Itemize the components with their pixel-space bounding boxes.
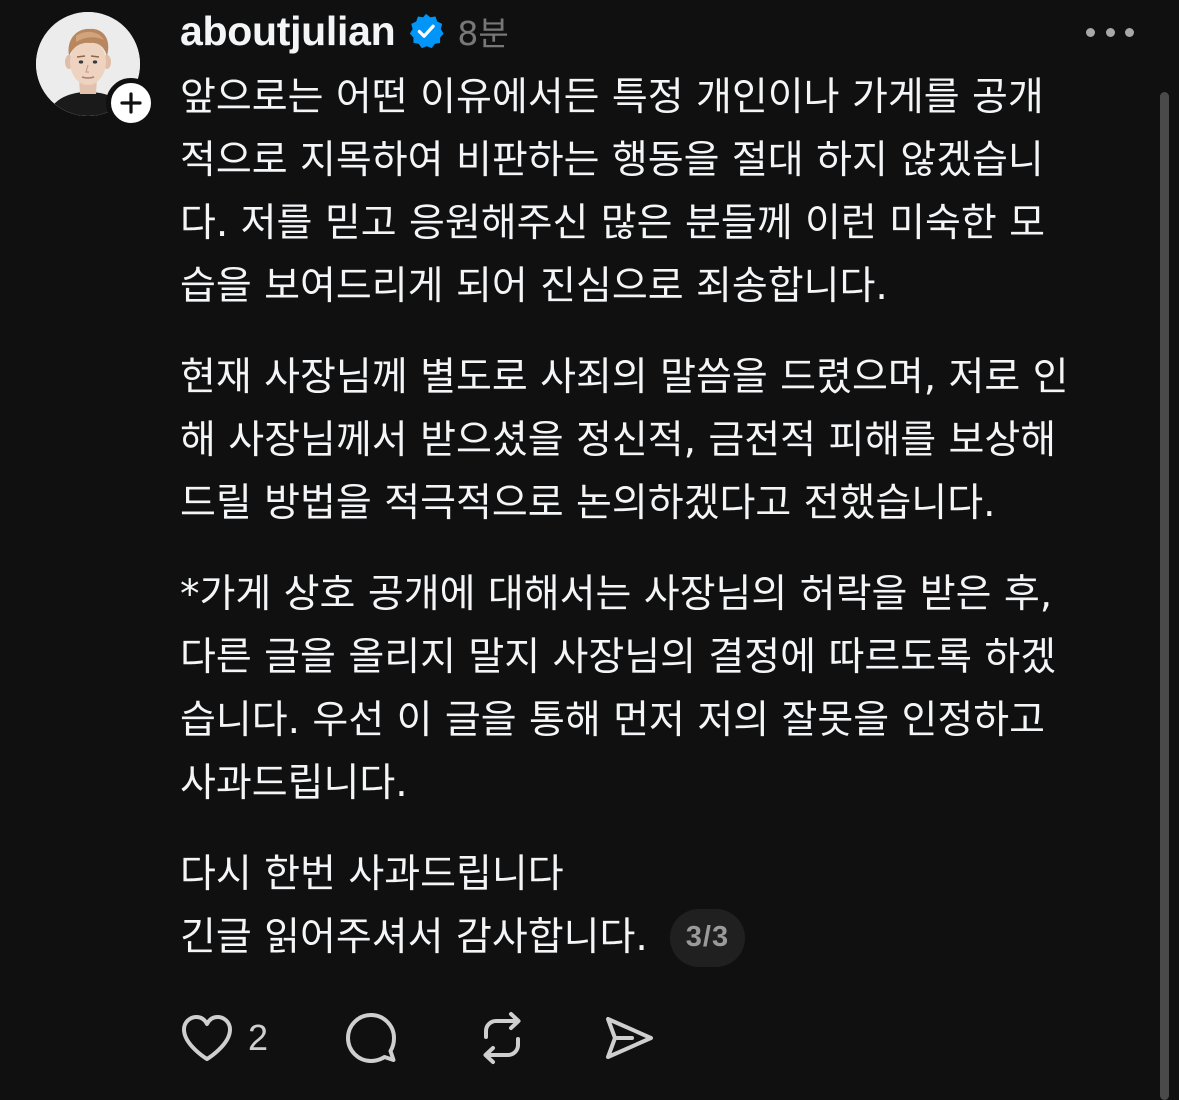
reply-button[interactable] xyxy=(344,1011,398,1065)
post-paragraph: 현재 사장님께 별도로 사죄의 말씀을 드렸으며, 저로 인 해 사장님께서 받… xyxy=(180,346,1140,535)
like-count: 2 xyxy=(248,1017,269,1058)
post-paragraph: 앞으로는 어떤 이유에서든 특정 개인이나 가게를 공개 적으로 지목하여 비판… xyxy=(180,66,1140,318)
post-header: aboutjulian 8분 xyxy=(180,6,509,56)
share-icon xyxy=(606,1017,654,1059)
post-text-line: 다. 저를 믿고 응원해주신 많은 분들께 이런 미숙한 모 xyxy=(180,201,1046,246)
post-text-line: 적으로 지목하여 비판하는 행동을 절대 하지 않겠습니 xyxy=(180,138,1044,183)
more-dot-icon xyxy=(1105,27,1115,37)
repost-button[interactable] xyxy=(474,1011,530,1065)
post-text-line: 해 사장님께서 받으셨을 정신적, 금전적 피해를 보상해 xyxy=(180,418,1057,463)
post-closing-row: 긴글 읽어주셔서 감사합니다. 3/3 xyxy=(180,906,1140,969)
post-text-line: 다른 글을 올리지 말지 사장님의 결정에 따르도록 하겠 xyxy=(180,635,1057,680)
plus-icon xyxy=(120,92,142,114)
thread-post: aboutjulian 8분 앞으로는 어떤 이유에서든 특정 개인이나 가게를… xyxy=(0,0,1179,1100)
post-text-line: 다시 한번 사과드립니다 xyxy=(180,852,564,897)
repost-icon xyxy=(483,1012,521,1064)
post-paragraph: *가게 상호 공개에 대해서는 사장님의 허락을 받은 후, 다른 글을 올리지… xyxy=(180,563,1140,815)
share-button[interactable] xyxy=(602,1013,656,1063)
scrollbar[interactable] xyxy=(1160,92,1169,1100)
username[interactable]: aboutjulian xyxy=(180,8,396,55)
post-text-line: 드릴 방법을 적극적으로 논의하겠다고 전했습니다. xyxy=(180,481,996,526)
reply-icon xyxy=(346,1013,397,1063)
post-closing-text: 긴글 읽어주셔서 감사합니다. xyxy=(180,915,648,960)
post-text-line: 습니다. 우선 이 글을 통해 먼저 저의 잘못을 인정하고 xyxy=(180,698,1046,743)
verified-badge-icon xyxy=(410,13,444,49)
avatar-container xyxy=(36,12,156,128)
more-dot-icon xyxy=(1125,27,1134,37)
like-button[interactable]: 2 xyxy=(180,1013,268,1063)
post-actions: 2 xyxy=(180,1010,656,1066)
post-body: 앞으로는 어떤 이유에서든 특정 개인이나 가게를 공개 적으로 지목하여 비판… xyxy=(180,66,1140,969)
page-indicator-badge: 3/3 xyxy=(669,908,746,967)
more-options-button[interactable] xyxy=(1086,20,1134,44)
post-text-line: 사과드립니다. xyxy=(180,761,408,806)
heart-icon xyxy=(182,1015,232,1061)
follow-button[interactable] xyxy=(106,78,156,128)
post-text-line: 습을 보여드리게 되어 진심으로 죄송합니다. xyxy=(180,264,888,309)
post-text-line: 앞으로는 어떤 이유에서든 특정 개인이나 가게를 공개 xyxy=(180,75,1044,120)
post-text-line: *가게 상호 공개에 대해서는 사장님의 허락을 받은 후, xyxy=(180,572,1053,617)
post-text-line: 현재 사장님께 별도로 사죄의 말씀을 드렸으며, 저로 인 xyxy=(180,355,1069,400)
more-dot-icon xyxy=(1086,27,1095,37)
post-timestamp: 8분 xyxy=(457,14,509,53)
post-paragraph: 다시 한번 사과드립니다 xyxy=(180,843,1140,906)
